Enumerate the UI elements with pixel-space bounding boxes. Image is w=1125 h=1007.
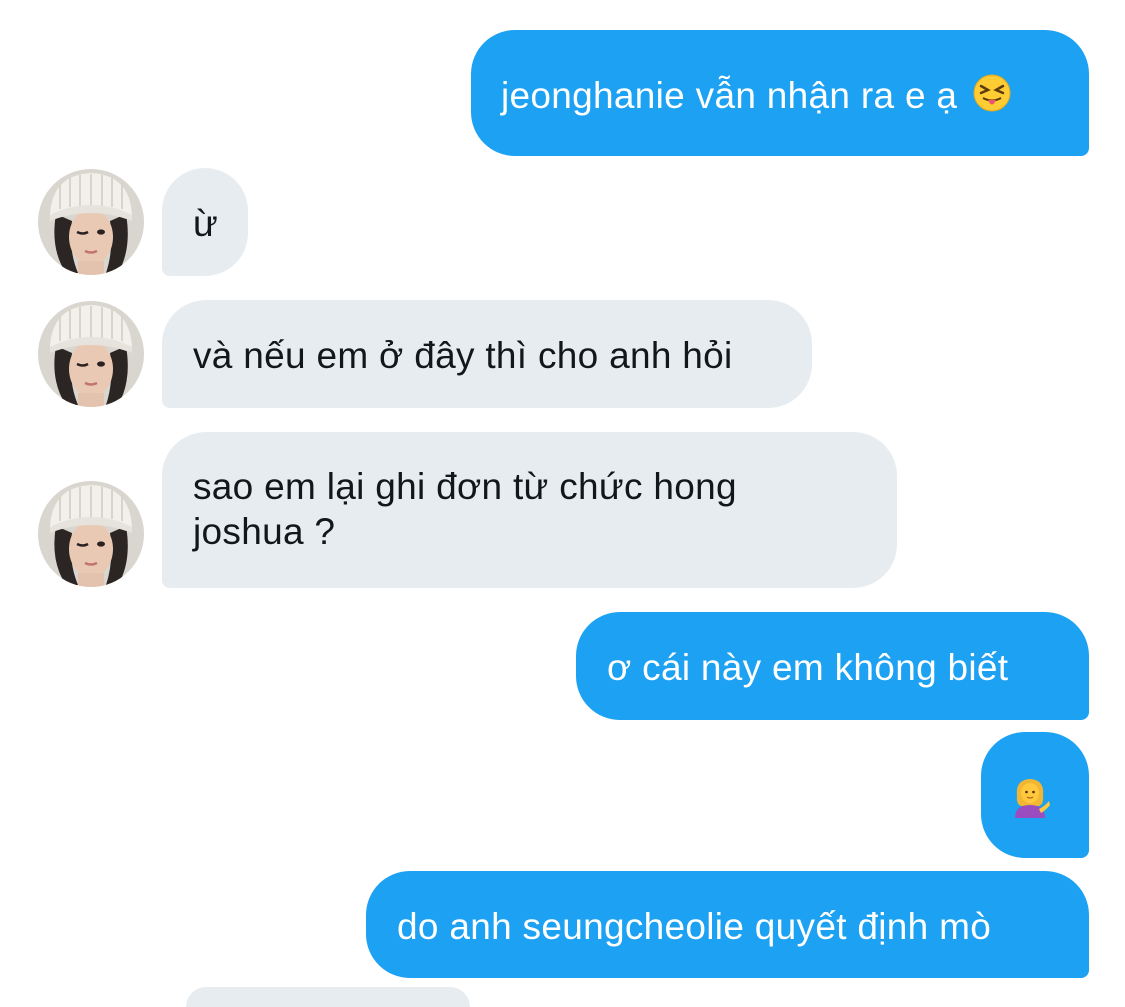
message-bubble-received-partial[interactable] (186, 987, 470, 1007)
message-bubble-sent[interactable]: jeonghanie vẫn nhận ra e ạ (471, 30, 1089, 156)
message-text: jeonghanie vẫn nhận ra e ạ (501, 75, 958, 116)
message-text: do anh seungcheolie quyết định mò (397, 906, 992, 947)
message-bubble-sent[interactable] (981, 732, 1089, 858)
message-bubble-sent[interactable]: ơ cái này em không biết (576, 612, 1089, 720)
message-text: và nếu em ở đây thì cho anh hỏi (193, 335, 733, 376)
message-bubble-received[interactable]: và nếu em ở đây thì cho anh hỏi (162, 300, 812, 408)
message-bubble-received[interactable]: ừ (162, 168, 248, 276)
avatar[interactable] (38, 481, 144, 587)
message-text: ừ (193, 203, 219, 244)
squinting-face-with-tongue-icon (972, 73, 1012, 123)
message-text-line-1: sao em lại ghi đơn từ chức hong (193, 466, 737, 507)
avatar[interactable] (38, 301, 144, 407)
message-text-line-2: joshua ? (193, 511, 336, 552)
avatar[interactable] (38, 169, 144, 275)
message-bubble-received[interactable]: sao em lại ghi đơn từ chức hong joshua ? (162, 432, 897, 588)
woman-tipping-hand-icon (1009, 776, 1051, 828)
message-bubble-sent[interactable]: do anh seungcheolie quyết định mò (366, 871, 1089, 978)
message-text: ơ cái này em không biết (607, 647, 1009, 688)
